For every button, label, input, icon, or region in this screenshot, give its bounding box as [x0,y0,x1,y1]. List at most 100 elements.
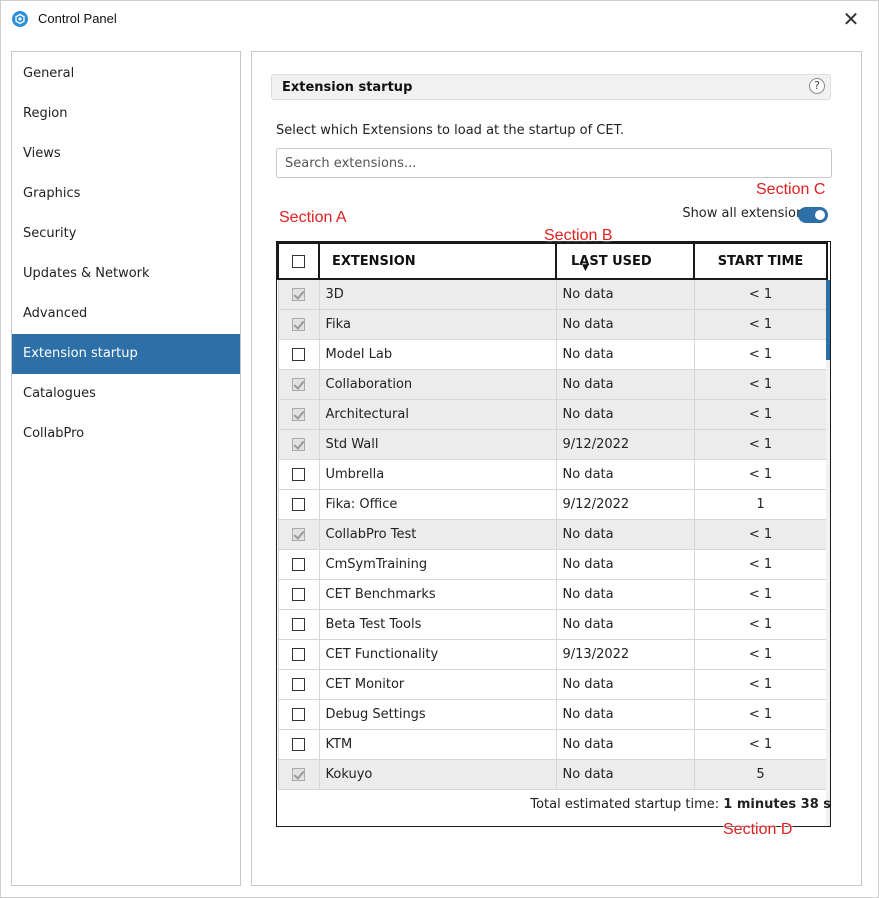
show-all-toggle[interactable] [798,207,828,223]
last-used: No data [555,728,695,760]
row-checkbox[interactable] [292,617,305,631]
sidebar-item-security[interactable]: Security [12,214,240,254]
extension-name: Architectural [318,398,557,430]
table-row[interactable]: Architectural No data < 1 [277,398,828,430]
table-row[interactable]: CET Monitor No data < 1 [277,668,828,700]
help-icon[interactable]: ? [809,78,825,94]
row-checkbox-cell[interactable] [277,608,320,640]
extension-name: CET Benchmarks [318,578,557,610]
sidebar-item-views[interactable]: Views [12,134,240,174]
row-checkbox-cell[interactable] [277,578,320,610]
row-checkbox-cell[interactable] [277,758,320,790]
sidebar-nav: General Region Views Graphics Security Update… [11,51,241,886]
row-checkbox-cell[interactable] [277,338,320,370]
row-checkbox[interactable] [292,287,305,301]
row-checkbox-cell[interactable] [277,488,320,520]
sidebar-item-collabpro[interactable]: CollabPro [12,414,240,454]
app-logo-icon [12,11,28,27]
row-checkbox-cell[interactable] [277,548,320,580]
row-checkbox[interactable] [292,587,305,601]
table-row[interactable]: CmSymTraining No data < 1 [277,548,828,580]
row-checkbox-cell[interactable] [277,398,320,430]
extension-name: Fika: Office [318,488,557,520]
row-checkbox[interactable] [292,677,305,691]
close-icon[interactable]: ✕ [840,8,862,30]
start-time: < 1 [693,428,828,460]
row-checkbox[interactable] [292,407,305,421]
select-all-checkbox[interactable] [292,254,305,268]
row-checkbox[interactable] [292,497,305,511]
row-checkbox-cell[interactable] [277,728,320,760]
last-used: No data [555,518,695,550]
last-used: No data [555,548,695,580]
row-checkbox[interactable] [292,527,305,541]
start-time: < 1 [693,578,828,610]
table-row[interactable]: Fika: Office 9/12/2022 1 [277,488,828,520]
row-checkbox-cell[interactable] [277,278,320,310]
extension-startup-panel: Extension startup ? Select which Extensi… [251,51,862,886]
sidebar-item-catalogues[interactable]: Catalogues [12,374,240,414]
sidebar-item-graphics[interactable]: Graphics [12,174,240,214]
select-all-checkbox-cell[interactable] [277,242,320,280]
control-panel-window: Control Panel ✕ General Region Views Graphi… [0,0,879,898]
table-row[interactable]: Debug Settings No data < 1 [277,698,828,730]
sidebar-item-updates-network[interactable]: Updates & Network [12,254,240,294]
column-header-start-time[interactable]: START TIME [693,242,828,280]
table-row[interactable]: Umbrella No data < 1 [277,458,828,490]
table-row[interactable]: Kokuyo No data 5 [277,758,828,790]
row-checkbox[interactable] [292,647,305,661]
row-checkbox-cell[interactable] [277,308,320,340]
sidebar-item-region[interactable]: Region [12,94,240,134]
column-header-last-used[interactable]: LAST USED [555,242,695,280]
row-checkbox-cell[interactable] [277,518,320,550]
sidebar-item-general[interactable]: General [12,54,240,94]
row-checkbox[interactable] [292,317,305,331]
extension-name: Beta Test Tools [318,608,557,640]
last-used: 9/12/2022 [555,428,695,460]
scrollbar-thumb[interactable] [826,280,830,360]
last-used: No data [555,578,695,610]
last-used: No data [555,458,695,490]
table-scrollbar[interactable] [826,280,830,826]
row-checkbox[interactable] [292,557,305,571]
start-time: < 1 [693,698,828,730]
section-title: Extension startup [282,80,413,95]
table-row[interactable]: KTM No data < 1 [277,728,828,760]
search-input[interactable] [276,148,832,178]
sidebar-item-advanced[interactable]: Advanced [12,294,240,334]
table-row[interactable]: Fika No data < 1 [277,308,828,340]
extension-name: Kokuyo [318,758,557,790]
row-checkbox-cell[interactable] [277,698,320,730]
sidebar-item-extension-startup[interactable]: Extension startup [12,334,240,374]
table-row[interactable]: Beta Test Tools No data < 1 [277,608,828,640]
start-time: < 1 [693,638,828,670]
show-all-label: Show all extensions [682,206,811,221]
table-row[interactable]: Collaboration No data < 1 [277,368,828,400]
toggle-knob [815,210,825,220]
row-checkbox-cell[interactable] [277,428,320,460]
row-checkbox[interactable] [292,737,305,751]
table-row[interactable]: CET Benchmarks No data < 1 [277,578,828,610]
table-row[interactable]: Std Wall 9/12/2022 < 1 [277,428,828,460]
start-time: < 1 [693,368,828,400]
row-checkbox-cell[interactable] [277,668,320,700]
row-checkbox[interactable] [292,437,305,451]
last-used: 9/12/2022 [555,488,695,520]
row-checkbox[interactable] [292,767,305,781]
row-checkbox-cell[interactable] [277,458,320,490]
row-checkbox[interactable] [292,707,305,721]
table-row[interactable]: CollabPro Test No data < 1 [277,518,828,550]
row-checkbox-cell[interactable] [277,368,320,400]
extension-name: CmSymTraining [318,548,557,580]
row-checkbox[interactable] [292,377,305,391]
row-checkbox[interactable] [292,347,305,361]
sort-down-icon[interactable]: ▼ [582,263,589,273]
extension-name: CollabPro Test [318,518,557,550]
row-checkbox[interactable] [292,467,305,481]
row-checkbox-cell[interactable] [277,638,320,670]
table-row[interactable]: Model Lab No data < 1 [277,338,828,370]
column-header-extension[interactable]: EXTENSION ▼ [318,242,589,280]
table-row[interactable]: 3D No data < 1 [277,278,828,310]
table-row[interactable]: CET Functionality 9/13/2022 < 1 [277,638,828,670]
extension-name: 3D [318,278,557,310]
